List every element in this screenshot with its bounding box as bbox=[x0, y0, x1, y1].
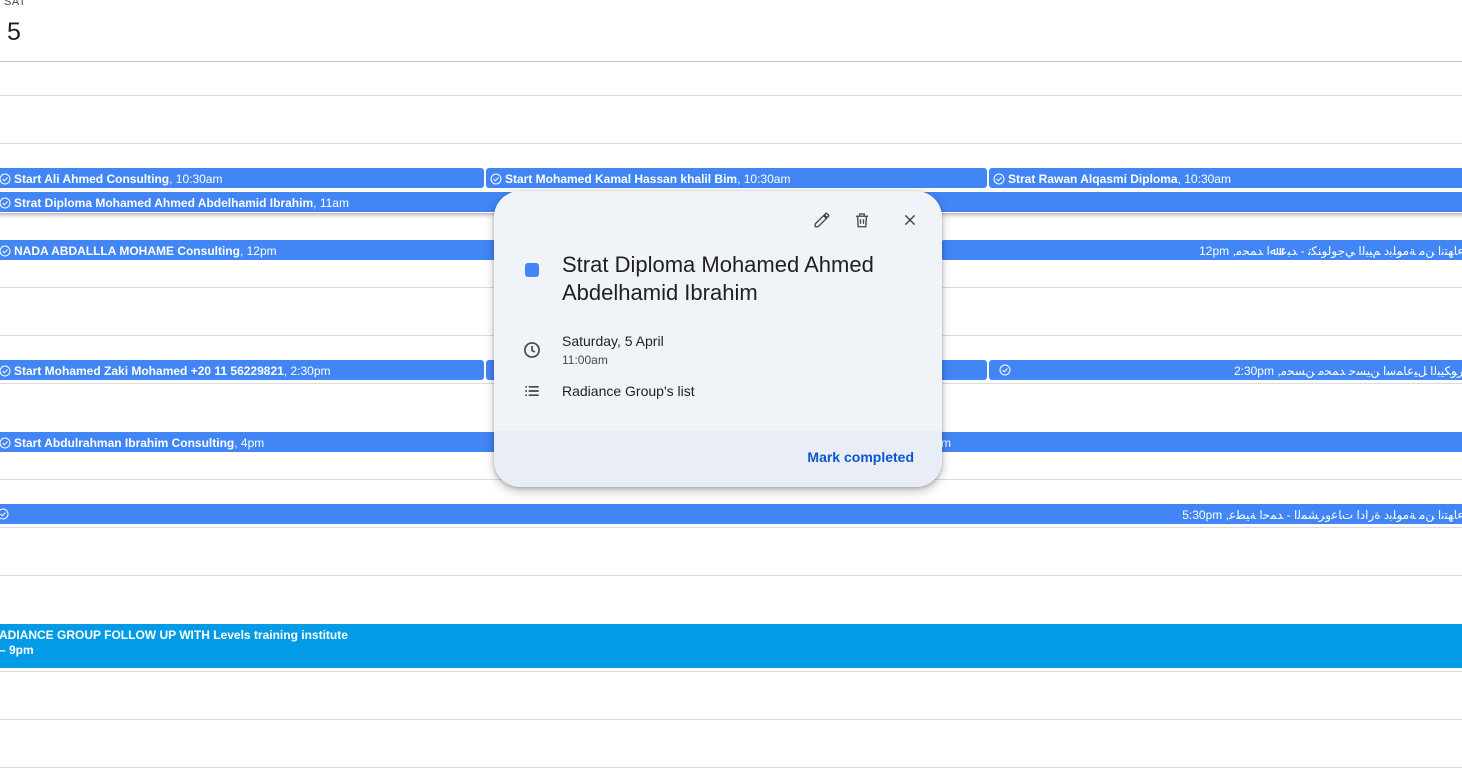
mark-completed-button[interactable]: Mark completed bbox=[807, 449, 914, 465]
edit-button[interactable] bbox=[807, 205, 837, 235]
task-event[interactable]: 2:30pm ,ﺭﻮﻜﻴﺒﻟﺍ ﻞﻴﻋﺎﻤﺳﺍ ﻦﻴﺴﺣ ﺪﻤﺤﻣ ﻦﺴﺤﻣ bbox=[988, 359, 1462, 381]
event-title: Start Mohamed Zaki Mohamed +20 11 562298… bbox=[14, 364, 284, 378]
task-event[interactable]: Start Ali Ahmed Consulting, 10:30am bbox=[0, 167, 485, 189]
event-text: 2:30pm ,ﺭﻮﻜﻴﺒﻟﺍ ﻞﻴﻋﺎﻤﺳﺍ ﻦﻴﺴﺣ ﺪﻤﺤﻣ ﻦﺴﺤﻣ bbox=[1233, 364, 1462, 378]
pencil-icon bbox=[814, 212, 830, 228]
popup-time: 11:00am bbox=[562, 353, 608, 367]
task-check-icon bbox=[0, 197, 11, 209]
calendar-event[interactable]: ADIANCE GROUP FOLLOW UP WITH Levels trai… bbox=[0, 623, 1462, 669]
task-event[interactable]: Start Mohamed Zaki Mohamed +20 11 562298… bbox=[0, 359, 485, 381]
hour-line bbox=[0, 95, 1462, 96]
hour-line bbox=[0, 767, 1462, 768]
popup-title: Strat Diploma Mohamed Ahmed Abdelhamid I… bbox=[562, 252, 874, 305]
close-icon bbox=[904, 214, 916, 226]
event-details-popup: Strat Diploma Mohamed Ahmed Abdelhamid I… bbox=[494, 191, 942, 487]
task-check-icon bbox=[0, 245, 11, 257]
list-icon bbox=[525, 386, 539, 396]
task-event[interactable]: Strat Rawan Alqasmi Diploma, 10:30am bbox=[988, 167, 1462, 189]
event-time: , 4pm bbox=[234, 436, 265, 450]
task-event[interactable]: Start Mohamed Kamal Hassan khalil Bim, 1… bbox=[485, 167, 988, 189]
day-name: SAT bbox=[4, 0, 27, 8]
event-time: , 10:30am bbox=[1177, 172, 1231, 186]
event-title: Start Abdulrahman Ibrahim Consulting bbox=[14, 436, 235, 450]
event-title: Strat Diploma Mohamed Ahmed Abdelhamid I… bbox=[14, 196, 314, 210]
event-text: m bbox=[941, 436, 951, 450]
event-title: Strat Rawan Alqasmi Diploma bbox=[1008, 172, 1178, 186]
hour-line bbox=[0, 719, 1462, 720]
hour-line bbox=[0, 575, 1462, 576]
event-text: 12pm ,ﺀﺎﻬﺘﻧﺍ ﻦﻣ ﺔﻣﻮﻠﺑﺩ ﻢﻴﺒﻟﺍ ﻲﺟﻮﻟﻮﻨﻜﺗ - … bbox=[1199, 244, 1462, 258]
task-event[interactable]: 5:30pm ,ﺀﺎﻬﺘﻧﺍ ﻦﻣ ﺔﻣﻮﻠﺑﺩ ﺓﺭﺍﺩﺍ ﺕﺎﻋﻭﺮﺸﻤﻟﺍ… bbox=[0, 503, 1462, 525]
task-check-icon bbox=[993, 173, 1005, 185]
day-header: SAT 5 bbox=[0, 0, 1462, 62]
clock-icon bbox=[524, 342, 540, 358]
delete-button[interactable] bbox=[847, 205, 877, 235]
task-check-icon bbox=[0, 437, 11, 449]
event-title: ADIANCE GROUP FOLLOW UP WITH Levels trai… bbox=[0, 628, 348, 642]
close-button[interactable] bbox=[895, 205, 925, 235]
event-time: , 10:30am bbox=[737, 172, 791, 186]
trash-icon bbox=[856, 213, 868, 228]
event-time: – 9pm bbox=[0, 643, 34, 657]
event-title: Start Ali Ahmed Consulting bbox=[14, 172, 170, 186]
event-title: Start Mohamed Kamal Hassan khalil Bim bbox=[505, 172, 738, 186]
task-check-icon bbox=[0, 365, 11, 377]
event-time: , 11am bbox=[313, 196, 349, 210]
event-text: 5:30pm ,ﺀﺎﻬﺘﻧﺍ ﻦﻣ ﺔﻣﻮﻠﺑﺩ ﺓﺭﺍﺩﺍ ﺕﺎﻋﻭﺮﺸﻤﻟﺍ… bbox=[1182, 508, 1462, 522]
popup-footer: Mark completed bbox=[494, 431, 942, 487]
hour-line bbox=[0, 527, 1462, 528]
task-check-icon bbox=[0, 173, 11, 185]
hour-line bbox=[0, 143, 1462, 144]
task-event[interactable]: 12pm ,ﺀﺎﻬﺘﻧﺍ ﻦﻣ ﺔﻣﻮﻠﺑﺩ ﻢﻴﺒﻟﺍ ﻲﺟﻮﻟﻮﻨﻜﺗ - … bbox=[940, 239, 1462, 261]
task-color-indicator bbox=[525, 263, 539, 277]
event-time: , 10:30am bbox=[169, 172, 223, 186]
task-check-icon bbox=[0, 508, 9, 520]
popup-date: Saturday, 5 April bbox=[562, 333, 664, 349]
event-time: , 12pm bbox=[239, 244, 277, 258]
task-check-icon bbox=[999, 364, 1011, 376]
hour-line bbox=[0, 671, 1462, 672]
task-check-icon bbox=[490, 173, 502, 185]
day-number[interactable]: 5 bbox=[7, 18, 21, 47]
event-title: NADA ABDALLLA MOHAME Consulting bbox=[14, 244, 240, 258]
popup-task-list: Radiance Group's list bbox=[562, 383, 695, 399]
event-time: , 2:30pm bbox=[283, 364, 331, 378]
